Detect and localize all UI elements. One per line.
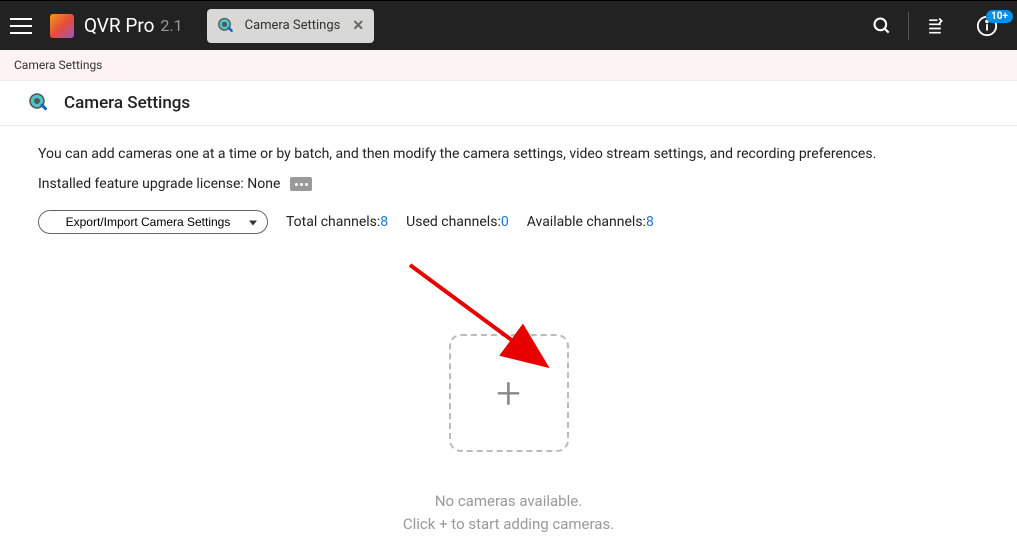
app-logo xyxy=(50,14,74,38)
top-bar: QVR Pro 2.1 Camera Settings ✕ xyxy=(0,0,1017,50)
empty-state: + No cameras available. Click + to start… xyxy=(38,334,979,535)
content-area: You can add cameras one at a time or by … xyxy=(0,126,1017,555)
search-icon[interactable] xyxy=(862,6,902,46)
license-label: Installed feature upgrade license: None xyxy=(38,176,280,192)
license-row: Installed feature upgrade license: None xyxy=(38,176,979,192)
divider xyxy=(908,12,909,40)
page-header: Camera Settings xyxy=(0,81,1017,126)
log-icon[interactable] xyxy=(915,6,955,46)
add-camera-button[interactable]: + xyxy=(449,334,569,452)
license-chip-icon[interactable] xyxy=(290,177,312,191)
page-description: You can add cameras one at a time or by … xyxy=(38,146,979,162)
empty-text: No cameras available. Click + to start a… xyxy=(403,490,614,535)
notification-badge: 10+ xyxy=(986,10,1013,23)
page-title: Camera Settings xyxy=(64,93,190,113)
export-import-dropdown[interactable]: Export/Import Camera Settings xyxy=(38,210,268,234)
stat-used: Used channels:0 xyxy=(406,214,509,230)
close-icon[interactable]: ✕ xyxy=(352,18,364,34)
tab-label: Camera Settings xyxy=(245,18,341,33)
stat-available: Available channels:8 xyxy=(527,214,654,230)
plus-icon: + xyxy=(496,371,521,415)
breadcrumb: Camera Settings xyxy=(0,50,1017,81)
menu-icon[interactable] xyxy=(10,12,38,40)
app-title: QVR Pro xyxy=(84,14,154,37)
stat-total: Total channels:8 xyxy=(286,214,388,230)
camera-settings-icon xyxy=(217,16,237,36)
stats-row: Export/Import Camera Settings Total chan… xyxy=(38,210,979,234)
camera-settings-icon xyxy=(28,91,52,115)
tab-camera-settings[interactable]: Camera Settings ✕ xyxy=(207,9,374,43)
app-version: 2.1 xyxy=(160,16,182,35)
info-icon[interactable]: 10+ xyxy=(967,6,1007,46)
